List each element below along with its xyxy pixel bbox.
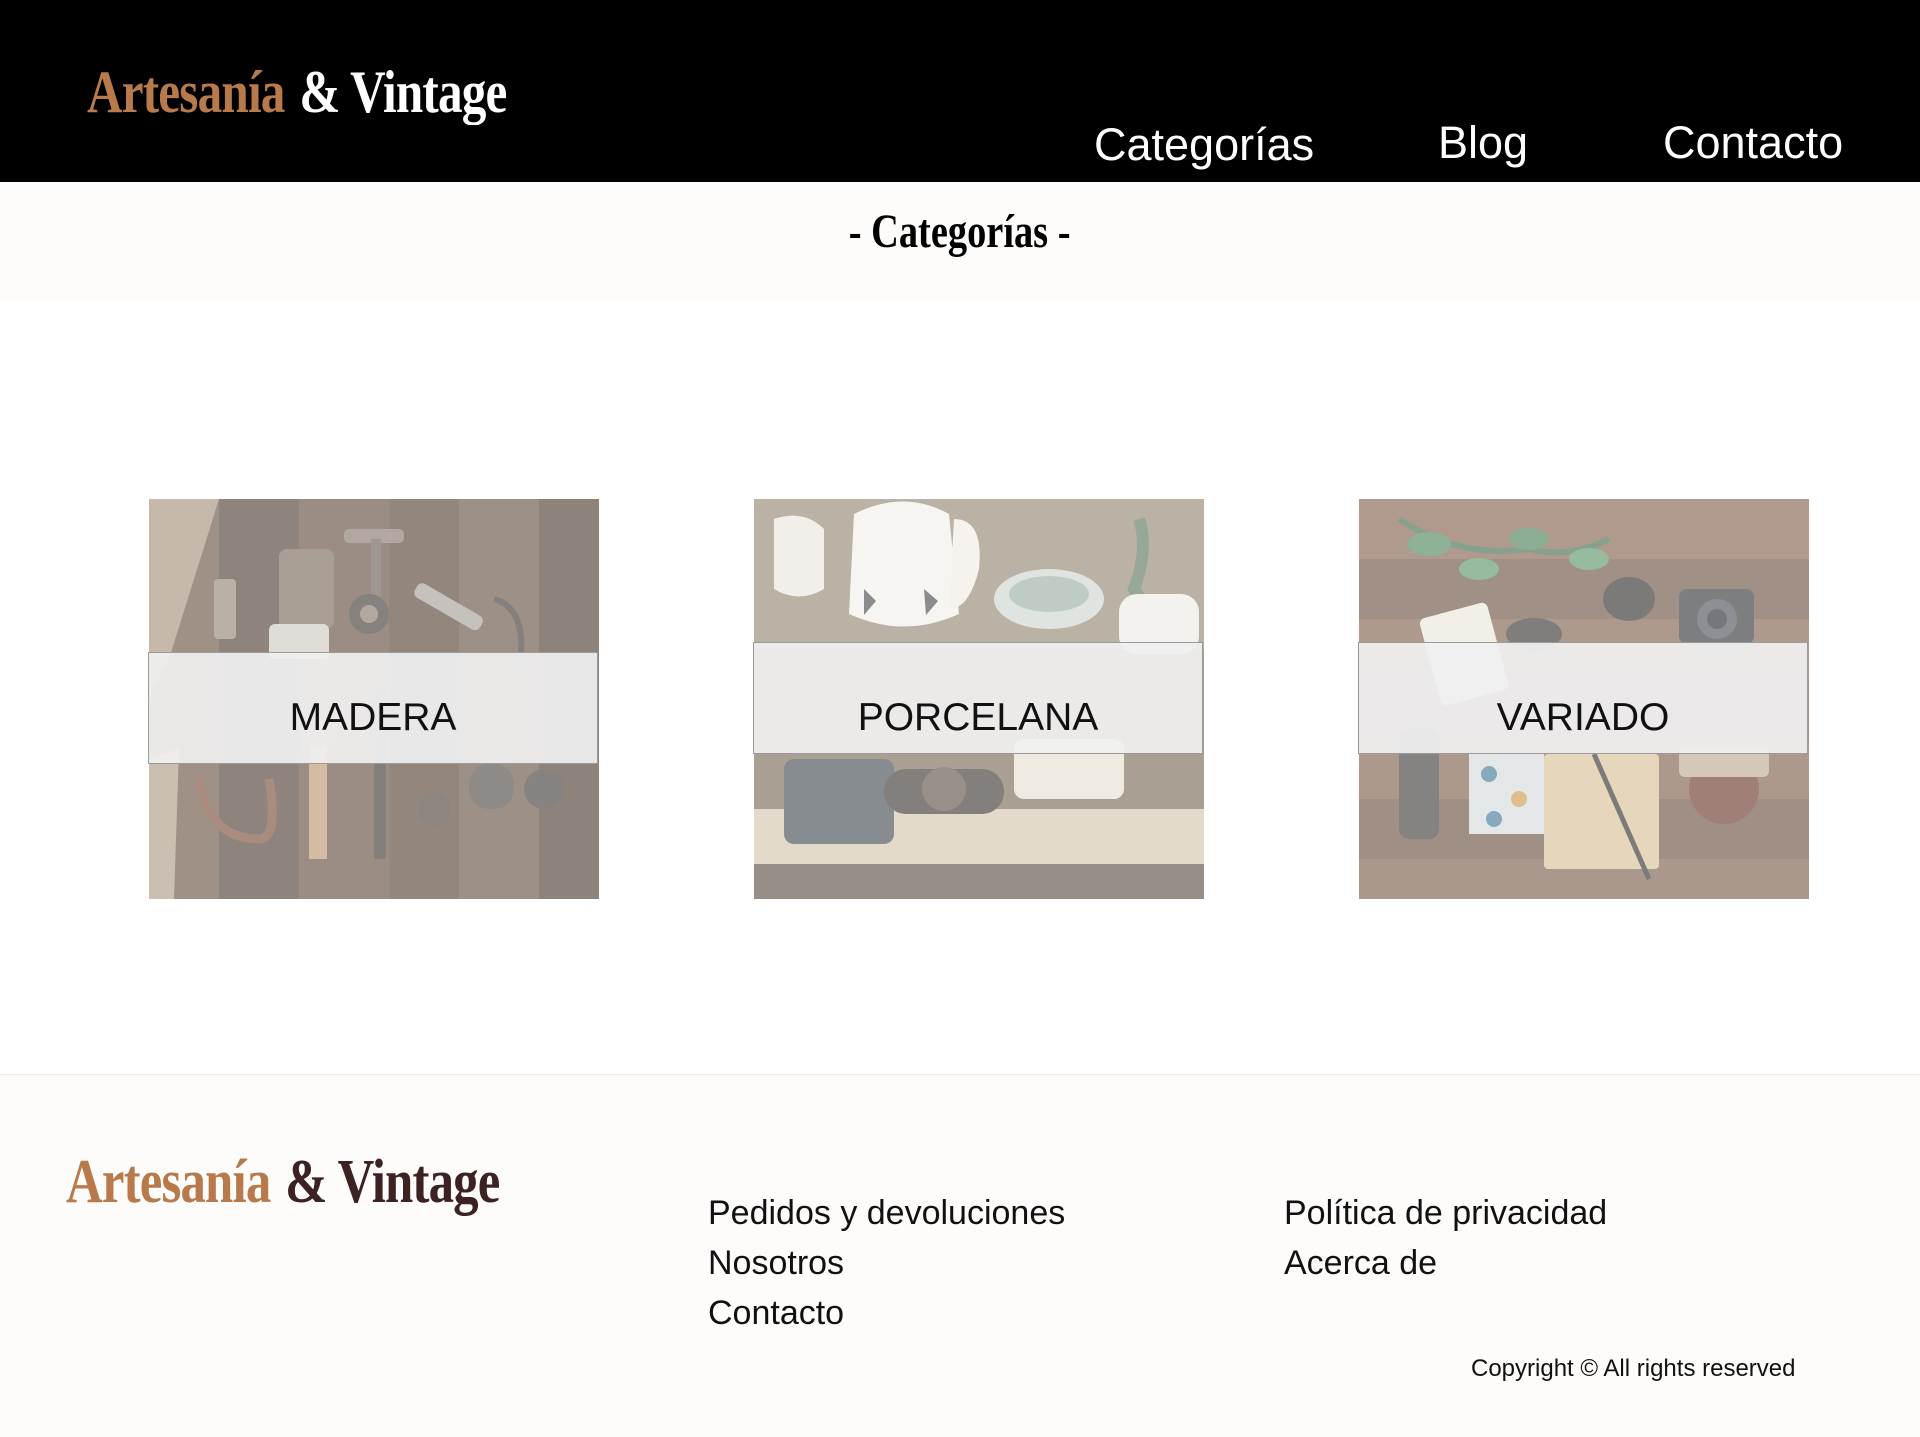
- site-header: Artesanía & Vintage Categorías Blog Conta…: [0, 0, 1920, 182]
- nav-link-contacto[interactable]: Contacto: [1663, 120, 1843, 165]
- category-card-porcelana[interactable]: PORCELANA: [753, 499, 1204, 899]
- footer-link-nosotros[interactable]: Nosotros: [708, 1246, 844, 1280]
- header-logo[interactable]: Artesanía & Vintage: [87, 62, 507, 122]
- site-footer: Artesanía & Vintage Pedidos y devolucione…: [0, 1074, 1920, 1437]
- logo-word-artesania: Artesanía: [66, 1148, 271, 1216]
- nav-link-categorias[interactable]: Categorías: [1094, 122, 1314, 167]
- footer-logo[interactable]: Artesanía & Vintage: [66, 1151, 500, 1213]
- logo-word-artesania: Artesanía: [87, 59, 285, 125]
- page-title: - Categorías -: [0, 208, 1920, 256]
- category-label-madera[interactable]: MADERA: [148, 652, 598, 764]
- footer-link-privacidad[interactable]: Política de privacidad: [1284, 1196, 1607, 1230]
- logo-word-vintage: & Vintage: [299, 59, 507, 125]
- nav-link-blog[interactable]: Blog: [1438, 120, 1528, 165]
- copyright-text: Copyright © All rights reserved: [1471, 1355, 1796, 1382]
- category-card-madera[interactable]: MADERA: [148, 499, 599, 899]
- footer-link-acerca[interactable]: Acerca de: [1284, 1246, 1437, 1280]
- page-title-text: - Categorías -: [849, 205, 1071, 258]
- category-label-variado[interactable]: VARIADO: [1358, 642, 1808, 754]
- logo-word-vintage: & Vintage: [285, 1148, 500, 1216]
- footer-link-pedidos[interactable]: Pedidos y devoluciones: [708, 1196, 1065, 1230]
- category-label-porcelana[interactable]: PORCELANA: [753, 642, 1203, 754]
- footer-link-contacto[interactable]: Contacto: [708, 1296, 844, 1330]
- category-card-variado[interactable]: VARIADO: [1358, 499, 1809, 899]
